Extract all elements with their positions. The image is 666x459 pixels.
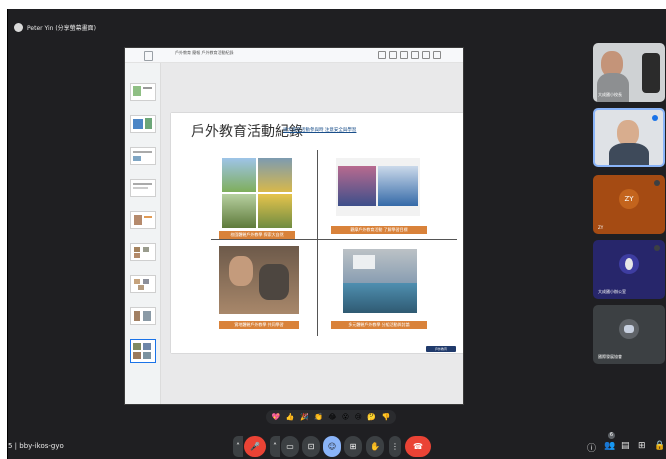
laugh-reaction-icon[interactable]: 😂 <box>328 413 336 421</box>
participant-avatar <box>619 318 639 339</box>
doc-icon <box>144 51 153 61</box>
heart-reaction-icon[interactable]: 💖 <box>272 413 281 421</box>
party-reaction-icon[interactable]: 🎉 <box>300 413 309 421</box>
presenter-bar: Peter Yin (分享螢幕畫面) <box>14 20 96 34</box>
participant-tile[interactable]: ZY ZY <box>593 175 665 234</box>
slide-thumbnail-active <box>130 339 156 363</box>
slide-thumbnail <box>130 275 156 293</box>
camera-icon: ▭ <box>286 442 294 451</box>
slide: 戶外教育活動紀錄 請大家在活動參與時 注意安全與學習 校園體驗戶外教學 探索大自… <box>171 113 463 353</box>
chevron-up-icon: ˄ <box>236 442 240 451</box>
photo-caption: 觀摩戶外教育活動 了解學習目標 <box>331 226 427 234</box>
chat-icon[interactable]: ▤ <box>621 441 630 451</box>
thumbs-up-reaction-icon[interactable]: 👍 <box>286 413 295 421</box>
photo-caption: 多元體驗戶外教學 分組活動與討論 <box>331 321 427 329</box>
doc-title: 戶外教育 簡報 戶外教育活動紀錄 <box>175 50 234 55</box>
sad-reaction-icon[interactable]: 😢 <box>355 413 362 421</box>
doc-titlebar: 戶外教育 簡報 戶外教育活動紀錄 <box>125 48 463 63</box>
captions-button[interactable]: ⊡ <box>302 436 320 457</box>
lock-icon[interactable]: 🔒 <box>654 441 665 451</box>
more-options-button[interactable]: ⋮ <box>389 436 401 457</box>
tool-icon <box>433 51 441 59</box>
participant-name: 大成國小校長 <box>598 92 622 97</box>
clap-reaction-icon[interactable]: 👏 <box>314 413 323 421</box>
shared-screen: 戶外教育 簡報 戶外教育活動紀錄 戶外教育活動紀錄 請大家在活動參與時 注意安全… <box>124 47 464 405</box>
mic-off-icon <box>654 180 660 186</box>
slide-canvas: 戶外教育活動紀錄 請大家在活動參與時 注意安全與學習 校園體驗戶外教學 探索大自… <box>161 63 463 404</box>
captions-icon: ⊡ <box>307 442 315 451</box>
participant-tile[interactable]: 大成國小辦公室 <box>593 240 665 299</box>
presenter-avatar <box>14 22 23 32</box>
presenter-name: Peter Yin (分享螢幕畫面) <box>27 24 97 32</box>
slide-thumbnail <box>130 147 156 165</box>
participant-tile[interactable]: 國際發展協會 <box>593 305 665 364</box>
people-icon[interactable]: 👥 <box>604 441 615 451</box>
thumbs-down-reaction-icon[interactable]: 👎 <box>381 413 390 421</box>
tool-icon <box>389 51 397 59</box>
participant-name: ZY <box>598 225 604 230</box>
info-icon[interactable]: ⓘ <box>587 441 596 454</box>
camera-toggle-button[interactable]: ▭ <box>281 436 299 457</box>
emoji-icon: ☺ <box>327 442 337 451</box>
activity-photo <box>219 246 299 314</box>
photo-caption: 校園體驗戶外教學 探索大自然 <box>219 231 295 239</box>
divider <box>317 150 318 336</box>
present-button[interactable]: ⊞ <box>344 436 362 457</box>
activity-photo <box>336 158 420 216</box>
mic-off-icon <box>654 245 660 251</box>
window-edge <box>7 9 8 459</box>
slide-subtitle: 請大家在活動參與時 注意安全與學習 <box>283 128 357 133</box>
tool-icon <box>378 51 386 59</box>
end-call-icon: ☎ <box>413 442 423 451</box>
emoji-button[interactable]: ☺ <box>323 436 341 457</box>
mic-options-button[interactable]: ˄ <box>233 436 243 457</box>
slide-thumbnail <box>130 307 156 325</box>
participant-name: 國際發展協會 <box>598 354 622 359</box>
mic-toggle-button[interactable]: 🎤 <box>244 436 266 457</box>
tool-icon <box>411 51 419 59</box>
toolbar-icons <box>378 51 441 59</box>
slide-badge: 戶外教育 <box>426 346 456 352</box>
more-icon: ⋮ <box>391 442 399 451</box>
activities-icon[interactable]: ⊞ <box>638 441 646 451</box>
camera-options-button[interactable]: ˄ <box>270 436 280 457</box>
tool-icon <box>400 51 408 59</box>
slide-thumbnail <box>130 115 156 133</box>
participant-tile[interactable] <box>593 108 665 167</box>
participant-avatar <box>619 253 639 274</box>
thinking-reaction-icon[interactable]: 🤔 <box>367 413 376 421</box>
surprised-reaction-icon[interactable]: 😮 <box>342 413 349 421</box>
speaking-indicator-icon <box>652 115 658 121</box>
participant-tile[interactable]: 大成國小校長 <box>593 43 665 102</box>
reaction-bar: 💖 👍 🎉 👏 😂 😮 😢 🤔 👎 <box>266 410 396 424</box>
end-call-button[interactable]: ☎ <box>405 436 431 457</box>
hand-icon: ✋ <box>370 442 380 451</box>
tool-icon <box>422 51 430 59</box>
activity-photo <box>222 158 292 228</box>
participant-name: 大成國小辦公室 <box>598 289 626 294</box>
present-icon: ⊞ <box>349 442 357 451</box>
people-count-badge: 6 <box>608 432 615 439</box>
slide-thumbnails <box>125 63 161 404</box>
divider <box>211 239 457 240</box>
photo-caption: 實地體驗戶外教學 共同學習 <box>219 321 299 329</box>
slide-thumbnail <box>130 179 156 197</box>
slide-thumbnail <box>130 243 156 261</box>
activity-photo <box>343 249 417 313</box>
chevron-up-icon: ˄ <box>273 442 277 451</box>
meeting-code: 5 | bby-ikos-gyo <box>8 442 64 450</box>
slide-thumbnail <box>130 83 156 101</box>
participant-avatar: ZY <box>619 188 639 209</box>
slide-thumbnail <box>130 211 156 229</box>
mic-off-icon: 🎤 <box>250 442 260 451</box>
raise-hand-button[interactable]: ✋ <box>366 436 384 457</box>
